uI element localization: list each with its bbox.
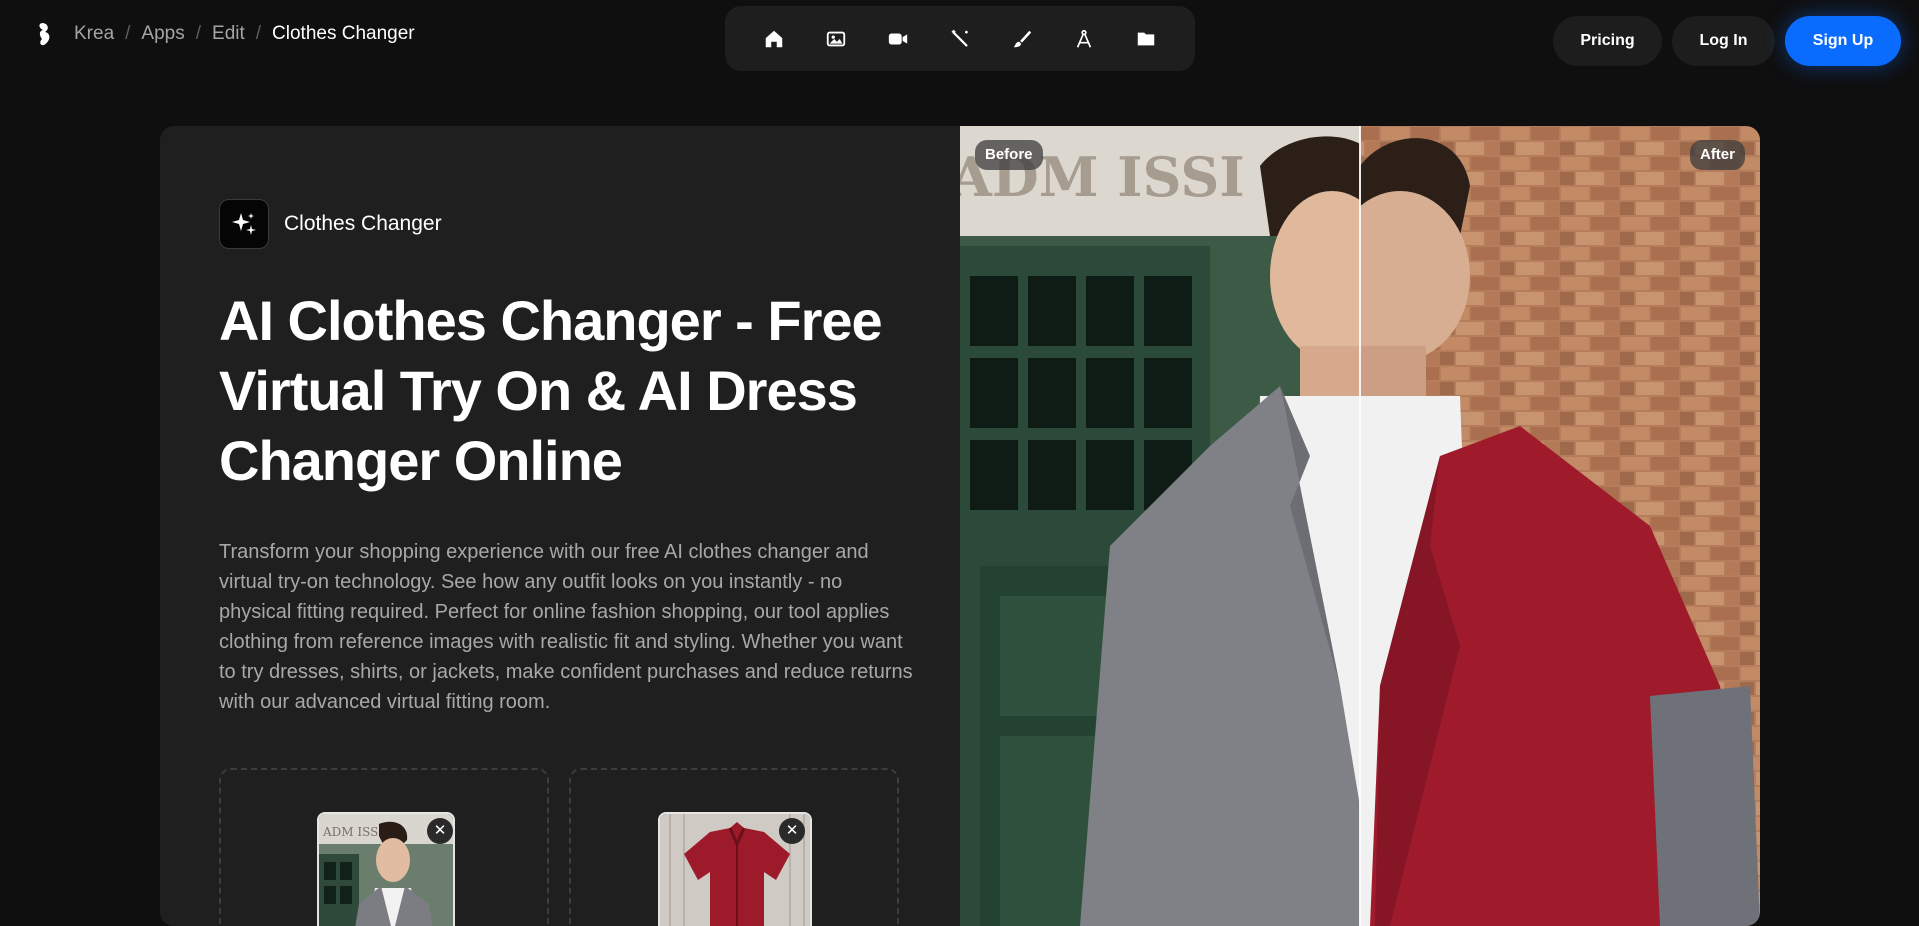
breadcrumb-separator: / (195, 23, 202, 44)
pricing-button[interactable]: Pricing (1553, 16, 1662, 66)
sparkles-icon (219, 199, 269, 249)
person-upload-zone[interactable]: ADM ISSI ✕ (219, 768, 549, 926)
krea-logo-icon[interactable] (38, 20, 62, 48)
top-bar: Krea / Apps / Edit / Clothes Changer Pri… (0, 0, 1919, 80)
home-icon[interactable] (752, 17, 796, 61)
video-icon[interactable] (876, 17, 920, 61)
app-title: Clothes Changer (284, 212, 442, 235)
clothing-upload-zone[interactable]: ✕ (569, 768, 899, 926)
brush-icon[interactable] (1000, 17, 1044, 61)
log-in-button[interactable]: Log In (1672, 16, 1775, 66)
breadcrumb-apps[interactable]: Apps (141, 23, 184, 45)
compass-icon[interactable] (1062, 17, 1106, 61)
breadcrumb-separator: / (125, 23, 131, 44)
folder-icon[interactable] (1124, 17, 1168, 61)
tool-toolbar (725, 6, 1195, 71)
breadcrumb-separator: / (255, 23, 262, 44)
page-description: Transform your shopping experience with … (219, 541, 913, 713)
page-headline: AI Clothes Changer - Free Virtual Try On… (219, 289, 883, 492)
magic-wand-icon[interactable] (938, 17, 982, 61)
comparison-image: ADM ISSI (960, 126, 1760, 926)
breadcrumb-edit[interactable]: Edit (212, 23, 245, 45)
breadcrumb: Krea / Apps / Edit / Clothes Changer (38, 20, 415, 48)
app-badge: Clothes Changer (219, 199, 442, 249)
remove-clothing-button[interactable]: ✕ (779, 818, 805, 844)
svg-text:ADM ISSI: ADM ISSI (322, 825, 383, 839)
before-after-comparison[interactable]: ADM ISSI Before After (960, 126, 1760, 926)
clothes-changer-card: Clothes Changer AI Clothes Changer - Fre… (160, 126, 1760, 926)
sign-up-button[interactable]: Sign Up (1785, 16, 1901, 66)
breadcrumb-krea[interactable]: Krea (74, 23, 114, 45)
breadcrumb-clothes-changer: Clothes Changer (272, 23, 415, 44)
before-label: Before (975, 140, 1043, 170)
image-icon[interactable] (814, 17, 858, 61)
after-label: After (1689, 140, 1745, 170)
remove-person-button[interactable]: ✕ (427, 818, 453, 844)
